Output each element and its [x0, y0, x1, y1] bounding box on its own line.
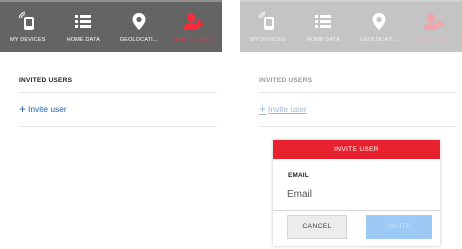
- devices-icon: [257, 11, 279, 33]
- invite-user-link[interactable]: + Invite user: [259, 101, 307, 117]
- bottom-tab-bar: MY DEVICES HOME DATA GEOLOCATI... INVITE…: [240, 0, 462, 52]
- divider: [19, 126, 217, 127]
- email-label: EMAIL: [288, 172, 309, 179]
- invite-user-label: Invite user: [268, 104, 307, 114]
- app-screen-default: MY DEVICES HOME DATA GEOLOCATI... INVITE…: [0, 0, 222, 249]
- invite-user-dialog: INVITE USER EMAIL CANCEL INVITE: [273, 140, 440, 246]
- tab-geolocation[interactable]: GEOLOCATI...: [351, 2, 407, 52]
- list-icon: [72, 11, 94, 33]
- location-pin-icon: [368, 11, 390, 33]
- tab-label: HOME DATA: [306, 37, 340, 43]
- tab-label: GEOLOCATI...: [119, 37, 158, 43]
- invited-users-heading: INVITED USERS: [259, 77, 313, 84]
- tab-home-data[interactable]: HOME DATA: [56, 2, 112, 52]
- app-screen-dialog-open: MY DEVICES HOME DATA GEOLOCATI... INVITE…: [240, 0, 462, 249]
- list-icon: [312, 11, 334, 33]
- tab-label: GEOLOCATI...: [359, 37, 398, 43]
- add-user-icon: [183, 11, 205, 33]
- dialog-title: INVITE USER: [273, 140, 440, 159]
- tab-label: MY DEVICES: [10, 37, 46, 43]
- tab-label: HOME DATA: [66, 37, 100, 43]
- divider: [273, 210, 440, 211]
- location-pin-icon: [128, 11, 150, 33]
- bottom-tab-bar: MY DEVICES HOME DATA GEOLOCATI... INVITE…: [0, 0, 222, 52]
- tab-home-data[interactable]: HOME DATA: [296, 2, 352, 52]
- add-user-icon: [423, 11, 445, 33]
- tab-invite-users[interactable]: INVITE USERS: [167, 2, 223, 52]
- invite-user-link[interactable]: + Invite user: [19, 101, 67, 117]
- tab-label: INVITE USERS: [414, 37, 455, 43]
- invite-user-label: Invite user: [28, 104, 67, 114]
- tab-invite-users[interactable]: INVITE USERS: [407, 2, 462, 52]
- tab-my-devices[interactable]: MY DEVICES: [0, 2, 56, 52]
- email-field[interactable]: [287, 185, 427, 203]
- devices-icon: [17, 11, 39, 33]
- divider: [19, 92, 217, 93]
- tab-my-devices[interactable]: MY DEVICES: [240, 2, 296, 52]
- plus-icon: +: [259, 102, 267, 116]
- tab-geolocation[interactable]: GEOLOCATI...: [111, 2, 167, 52]
- cancel-button[interactable]: CANCEL: [287, 215, 347, 239]
- tab-label: MY DEVICES: [250, 37, 286, 43]
- invite-button[interactable]: INVITE: [366, 215, 432, 239]
- invited-users-heading: INVITED USERS: [19, 77, 73, 84]
- tab-label: INVITE USERS: [174, 37, 215, 43]
- plus-icon: +: [19, 102, 27, 116]
- divider: [259, 92, 457, 93]
- divider: [259, 126, 457, 127]
